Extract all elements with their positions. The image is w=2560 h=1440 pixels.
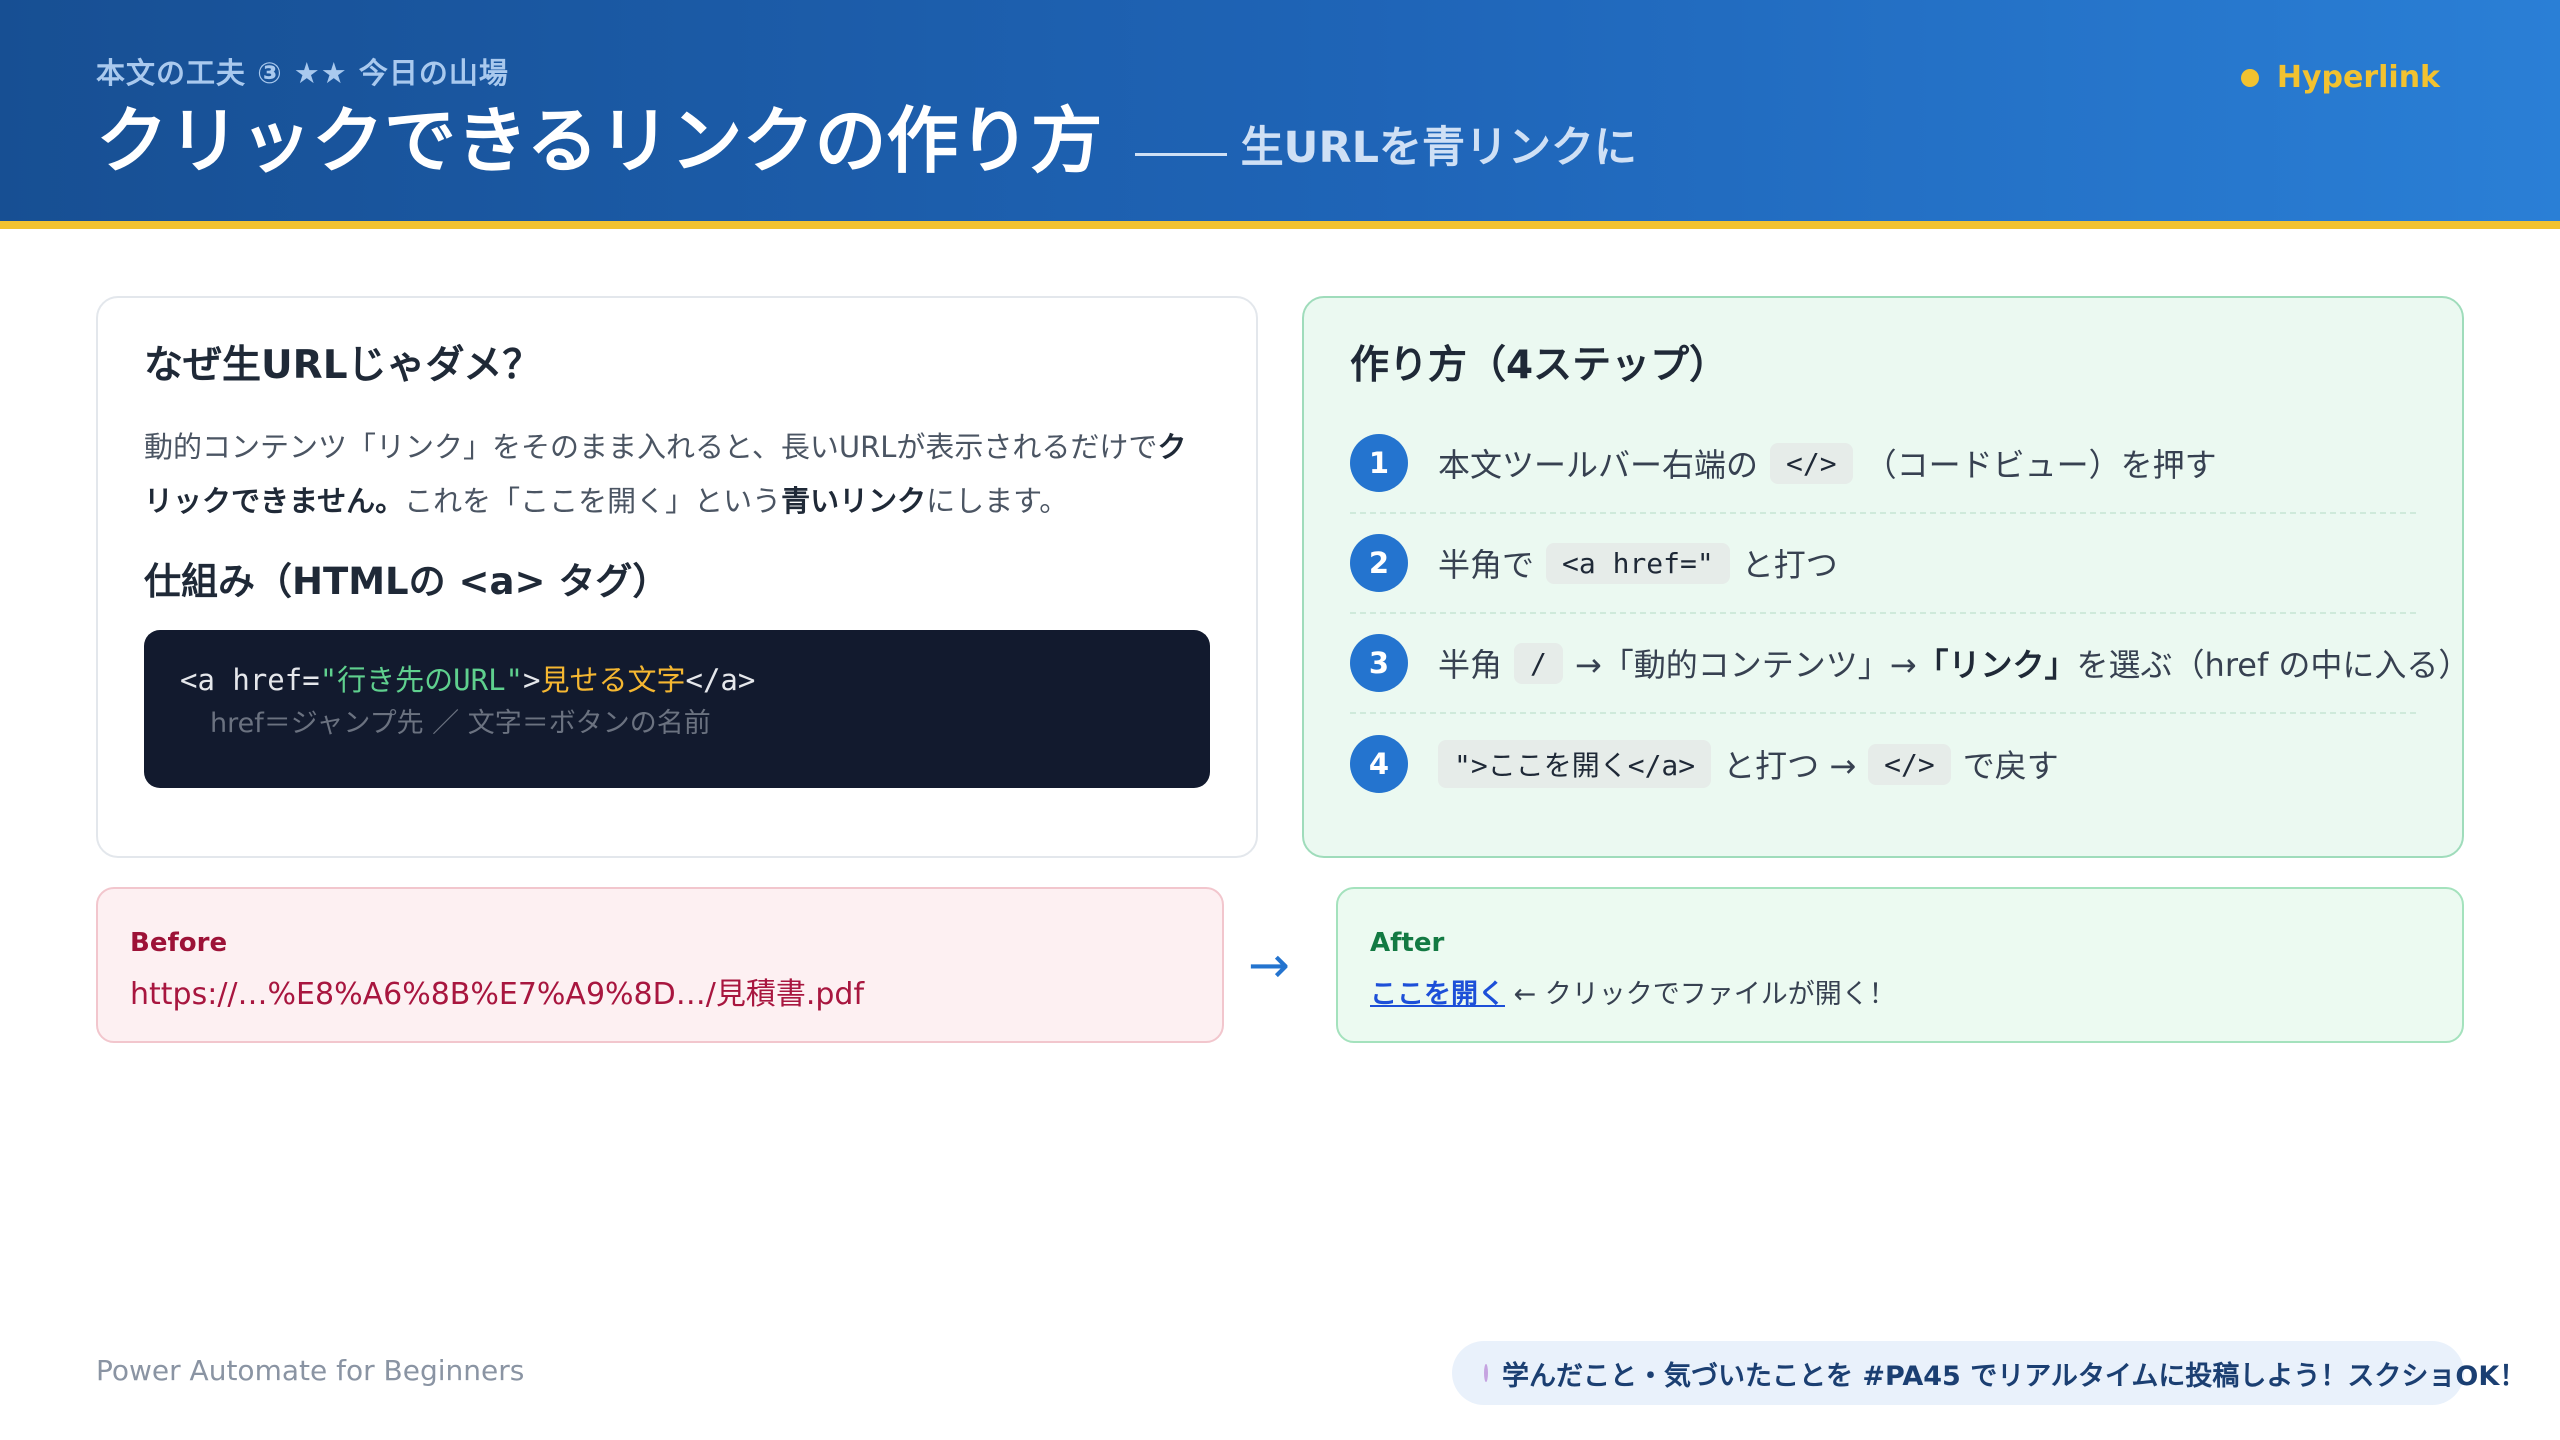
code-close-tag: </a> bbox=[685, 663, 756, 697]
step-text: （コードビュー）を押す bbox=[1864, 446, 2217, 484]
after-label: After bbox=[1370, 928, 1445, 958]
step-3: 3 半角 / →「動的コンテンツ」→ 「リンク」 を選ぶ（href の中に入る） bbox=[1350, 614, 2470, 714]
step-text: を選ぶ（href の中に入る） bbox=[2076, 646, 2471, 684]
step-code: </> bbox=[1770, 442, 1853, 484]
step-code: ">ここを開く</a> bbox=[1438, 740, 1712, 788]
footer-hashtag-pill: 学んだこと・気づいたことを #PA45 でリアルタイムに投稿しよう！スクショOK… bbox=[1452, 1341, 2526, 1405]
howto-card: 作り方（4ステップ） 1 本文ツールバー右端の </> （コードビュー）を押す … bbox=[1302, 296, 2470, 858]
step-text: と打つ bbox=[1741, 546, 1838, 584]
step-2: 2 半角で <a href=" と打つ bbox=[1350, 514, 2416, 614]
page-subtitle: 生URLを青リンクに bbox=[1240, 123, 1637, 173]
step-number: 3 bbox=[1350, 634, 1408, 692]
arrow-right-icon: → bbox=[1248, 936, 1290, 994]
steps-list: 1 本文ツールバー右端の </> （コードビュー）を押す 2 半角で <a hr… bbox=[1350, 414, 2470, 814]
after-box: After ここを開く ← クリックでファイルが開く！ bbox=[1336, 887, 2464, 1043]
after-note: ← クリックでファイルが開く！ bbox=[1513, 979, 1896, 1010]
step-number: 1 bbox=[1350, 434, 1408, 492]
code-example: <a href="行き先のURL">見せる文字</a> href＝ジャンプ先 ／… bbox=[144, 630, 1210, 788]
section-kicker: 本文の工夫 ③ ★★ 今日の山場 bbox=[96, 56, 509, 90]
title-separator bbox=[1134, 153, 1227, 156]
step-text: 本文ツールバー右端の bbox=[1438, 446, 1759, 484]
why-text: 動的コンテンツ「リンク」をそのまま入れると、長いURLが表示されるだけでクリック… bbox=[144, 420, 1210, 528]
step-1: 1 本文ツールバー右端の </> （コードビュー）を押す bbox=[1350, 414, 2416, 514]
topic-badge: Hyperlink bbox=[2240, 60, 2440, 95]
dot-icon bbox=[2240, 68, 2259, 87]
code-note: href＝ジャンプ先 ／ 文字＝ボタンの名前 bbox=[210, 708, 711, 739]
step-code: </> bbox=[1868, 743, 1951, 785]
before-label: Before bbox=[130, 928, 228, 958]
step-text: で戻す bbox=[1962, 747, 2059, 785]
after-value: ここを開く ← クリックでファイルが開く！ bbox=[1370, 973, 2430, 1017]
open-link[interactable]: ここを開く bbox=[1370, 979, 1505, 1010]
step-text: 半角で bbox=[1438, 546, 1535, 584]
step-code: / bbox=[1514, 642, 1563, 684]
why-text-part-1: 動的コンテンツ「リンク」をそのまま入れると、長いURLが表示されるだけで bbox=[144, 430, 1158, 464]
step-text: 半角 bbox=[1438, 646, 1503, 684]
code-open-tag: <a href= bbox=[180, 663, 320, 697]
why-card: なぜ生URLじゃダメ？ 動的コンテンツ「リンク」をそのまま入れると、長いURLが… bbox=[96, 296, 1258, 858]
step-number: 2 bbox=[1350, 534, 1408, 592]
title-row: クリックできるリンクの作り方 生URLを青リンクに bbox=[96, 96, 1637, 186]
why-heading: なぜ生URLじゃダメ？ bbox=[144, 343, 542, 388]
mechanism-heading: 仕組み（HTMLの <a> タグ） bbox=[144, 560, 670, 603]
step-4: 4 ">ここを開く</a> と打つ → </> で戻す bbox=[1350, 714, 2416, 814]
howto-heading: 作り方（4ステップ） bbox=[1350, 343, 1729, 388]
header-banner: 本文の工夫 ③ ★★ 今日の山場 クリックできるリンクの作り方 生URLを青リン… bbox=[0, 0, 2560, 229]
footer-course-name: Power Automate for Beginners bbox=[96, 1354, 525, 1387]
why-text-bold-2: 青いリンク bbox=[781, 484, 927, 518]
why-text-part-2: これを「ここを開く」という bbox=[404, 484, 782, 518]
step-text-bold: 「リンク」 bbox=[1916, 646, 2077, 684]
code-line: <a href="行き先のURL">見せる文字</a> bbox=[180, 658, 1174, 702]
topic-badge-label: Hyperlink bbox=[2276, 60, 2440, 95]
before-box: Before https://…%E8%A6%8B%E7%A9%8D…/見積書.… bbox=[96, 887, 1224, 1043]
before-url: https://…%E8%A6%8B%E7%A9%8D…/見積書.pdf bbox=[130, 977, 865, 1012]
why-text-part-3: にします。 bbox=[926, 484, 1069, 518]
step-text: と打つ → bbox=[1723, 747, 1857, 785]
code-text: 見せる文字 bbox=[540, 663, 686, 697]
speech-bubble-icon bbox=[1484, 1364, 1488, 1382]
step-number: 4 bbox=[1350, 735, 1408, 793]
step-code: <a href=" bbox=[1546, 542, 1730, 584]
step-text: →「動的コンテンツ」→ bbox=[1574, 646, 1917, 684]
code-gt: > bbox=[523, 663, 541, 697]
footer-hashtag-text: 学んだこと・気づいたことを #PA45 でリアルタイムに投稿しよう！スクショOK… bbox=[1502, 1360, 2527, 1392]
page-title: クリックできるリンクの作り方 bbox=[96, 99, 1103, 183]
code-url: "行き先のURL" bbox=[319, 663, 523, 697]
